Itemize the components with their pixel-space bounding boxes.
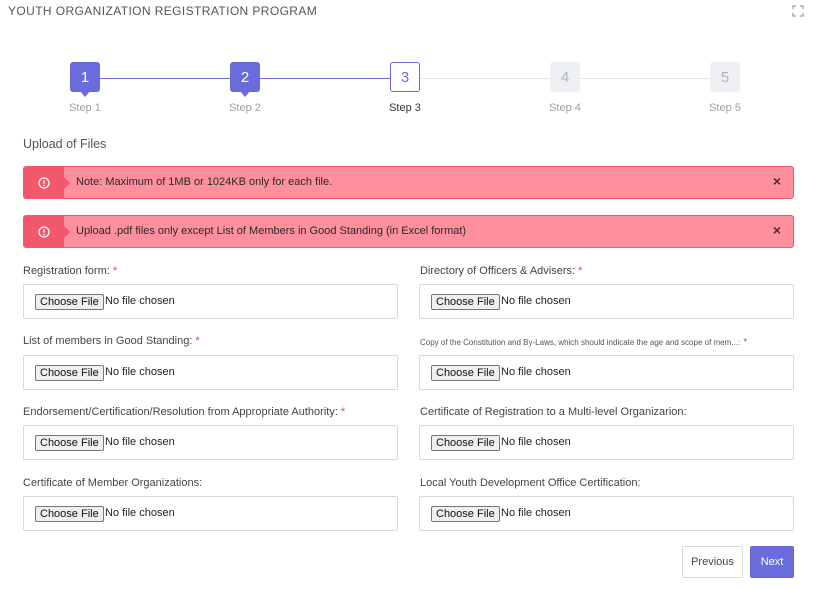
directory-officers-file-input[interactable]: Choose File No file chosen: [419, 284, 794, 319]
alert-file-size: Note: Maximum of 1MB or 1024KB only for …: [23, 166, 794, 199]
step-2-number: 2: [230, 62, 260, 97]
step-4[interactable]: 4 Step 4: [535, 62, 595, 114]
alert-message: Note: Maximum of 1MB or 1024KB only for …: [76, 176, 333, 188]
step-1-number: 1: [70, 62, 100, 97]
step-3-label: Step 3: [389, 102, 421, 114]
section-title: Upload of Files: [23, 137, 107, 151]
step-1-label: Step 1: [69, 102, 101, 114]
file-status: No file chosen: [501, 295, 571, 307]
member-organizations-file-input[interactable]: Choose File No file chosen: [23, 496, 398, 531]
alert-icon-container: [24, 216, 70, 247]
info-circle-icon: [38, 176, 50, 189]
choose-file-button[interactable]: Choose File: [431, 506, 500, 522]
file-status: No file chosen: [501, 366, 571, 378]
page-title: YOUTH ORGANIZATION REGISTRATION PROGRAM: [8, 4, 318, 18]
choose-file-button[interactable]: Choose File: [35, 294, 104, 310]
constitution-bylaws-label: Copy of the Constitution and By-Laws, wh…: [420, 337, 747, 348]
step-5-label: Step 5: [709, 102, 741, 114]
stepper: 1 Step 1 2 Step 2 3 Step 3 4 Step 4 5 St…: [0, 62, 818, 124]
members-good-standing-label: List of members in Good Standing: *: [23, 335, 200, 347]
step-3-number: 3: [390, 62, 420, 92]
field-label-text: Certificate of Member Organizations:: [23, 477, 203, 489]
step-2-label: Step 2: [229, 102, 261, 114]
choose-file-button[interactable]: Choose File: [35, 506, 104, 522]
file-status: No file chosen: [105, 507, 175, 519]
field-label-text: Copy of the Constitution and By-Laws, wh…: [420, 338, 741, 347]
multilevel-registration-label: Certificate of Registration to a Multi-l…: [420, 406, 687, 418]
choose-file-button[interactable]: Choose File: [35, 435, 104, 451]
next-button[interactable]: Next: [750, 546, 794, 578]
step-5-number: 5: [710, 62, 740, 92]
multilevel-registration-file-input[interactable]: Choose File No file chosen: [419, 425, 794, 460]
field-label-text: List of members in Good Standing:: [23, 335, 193, 347]
field-label-text: Registration form:: [23, 265, 110, 277]
registration-form-label: Registration form: *: [23, 265, 117, 277]
registration-form-file-input[interactable]: Choose File No file chosen: [23, 284, 398, 319]
endorsement-file-input[interactable]: Choose File No file chosen: [23, 425, 398, 460]
step-4-number: 4: [550, 62, 580, 92]
step-1[interactable]: 1 Step 1: [55, 62, 115, 114]
choose-file-button[interactable]: Choose File: [431, 435, 500, 451]
constitution-bylaws-file-input[interactable]: Choose File No file chosen: [419, 355, 794, 390]
previous-button[interactable]: Previous: [682, 546, 743, 578]
endorsement-label: Endorsement/Certification/Resolution fro…: [23, 406, 345, 418]
required-marker: *: [340, 406, 346, 418]
field-label-text: Endorsement/Certification/Resolution fro…: [23, 406, 338, 418]
file-status: No file chosen: [105, 366, 175, 378]
field-label-text: Local Youth Development Office Certifica…: [420, 477, 641, 489]
step-2[interactable]: 2 Step 2: [215, 62, 275, 114]
directory-officers-label: Directory of Officers & Advisers: *: [420, 265, 582, 277]
file-status: No file chosen: [501, 507, 571, 519]
close-icon[interactable]: ×: [773, 173, 781, 189]
field-label-text: Certificate of Registration to a Multi-l…: [420, 406, 687, 418]
alert-message: Upload .pdf files only except List of Me…: [76, 225, 467, 237]
alert-file-type: Upload .pdf files only except List of Me…: [23, 215, 794, 248]
file-status: No file chosen: [105, 295, 175, 307]
expand-icon[interactable]: [792, 5, 804, 17]
step-3[interactable]: 3 Step 3: [375, 62, 435, 114]
step-5[interactable]: 5 Step 5: [695, 62, 755, 114]
close-icon[interactable]: ×: [773, 222, 781, 238]
choose-file-button[interactable]: Choose File: [431, 294, 500, 310]
choose-file-button[interactable]: Choose File: [431, 365, 500, 381]
alert-icon-container: [24, 167, 70, 198]
step-4-label: Step 4: [549, 102, 581, 114]
required-marker: *: [743, 337, 748, 348]
info-circle-icon: [38, 225, 50, 238]
required-marker: *: [578, 265, 583, 277]
lydo-certification-file-input[interactable]: Choose File No file chosen: [419, 496, 794, 531]
choose-file-button[interactable]: Choose File: [35, 365, 104, 381]
required-marker: *: [195, 335, 200, 347]
field-label-text: Directory of Officers & Advisers:: [420, 265, 576, 277]
lydo-certification-label: Local Youth Development Office Certifica…: [420, 477, 641, 489]
member-organizations-label: Certificate of Member Organizations:: [23, 477, 202, 489]
file-status: No file chosen: [105, 436, 175, 448]
required-marker: *: [112, 265, 118, 277]
file-status: No file chosen: [501, 436, 571, 448]
members-good-standing-file-input[interactable]: Choose File No file chosen: [23, 355, 398, 390]
